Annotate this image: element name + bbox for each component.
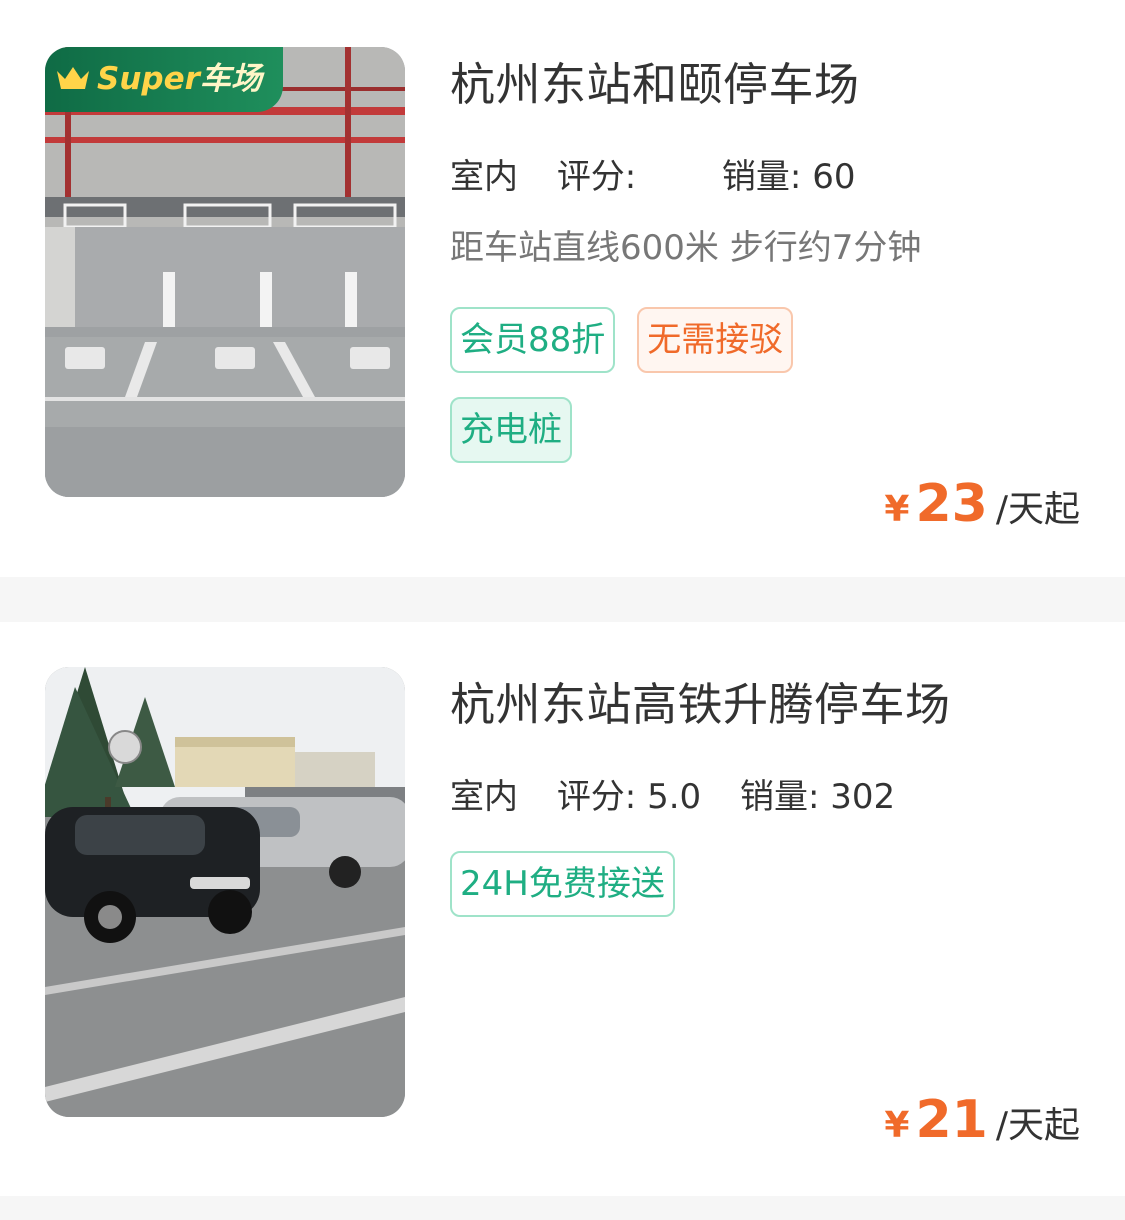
sales-value: 60 bbox=[812, 157, 856, 197]
price: ¥23/天起 bbox=[884, 478, 1080, 530]
parking-lot-photo: Super车场 bbox=[45, 47, 405, 497]
tag-list: 24H免费接送 bbox=[450, 851, 1090, 941]
price-unit: /天起 bbox=[995, 489, 1080, 530]
rating-label: 评分: bbox=[556, 157, 637, 197]
rating: 评分: 5.0 bbox=[557, 780, 701, 814]
tag-list: 会员88折 无需接驳 充电桩 bbox=[450, 307, 1090, 487]
parking-listing-card[interactable]: Super车场 杭州东站和颐停车场 室内 评分: 销量: 60 距车站直线600… bbox=[0, 0, 1125, 577]
listing-meta: 室内 评分: 5.0 销量: 302 bbox=[450, 777, 895, 820]
parking-type: 室内 bbox=[450, 157, 518, 200]
price-value: 21 bbox=[915, 1090, 988, 1150]
parking-listing-card[interactable]: 杭州东站高铁升腾停车场 室内 评分: 5.0 销量: 302 24H免费接送 ¥… bbox=[0, 622, 1125, 1196]
crown-icon bbox=[57, 67, 89, 89]
sales-value: 302 bbox=[830, 777, 896, 817]
sales-label: 销量: bbox=[739, 777, 820, 817]
sales: 销量: 60 bbox=[722, 160, 856, 194]
super-parking-badge: Super车场 bbox=[45, 47, 283, 112]
currency-symbol: ¥ bbox=[884, 1105, 910, 1146]
listing-meta: 室内 评分: 销量: 60 bbox=[450, 157, 856, 200]
tag-charging: 充电桩 bbox=[450, 397, 572, 463]
badge-parking-text: 车场 bbox=[199, 61, 262, 97]
sales: 销量: 302 bbox=[740, 780, 895, 814]
price-unit: /天起 bbox=[995, 1105, 1080, 1146]
indoor-parking-image bbox=[45, 47, 405, 497]
rating-value: 5.0 bbox=[647, 777, 702, 817]
price-value: 23 bbox=[915, 474, 988, 534]
rating: 评分: bbox=[557, 160, 657, 194]
parking-name[interactable]: 杭州东站和颐停车场 bbox=[450, 62, 860, 107]
tag-free-shuttle: 24H免费接送 bbox=[450, 851, 675, 917]
currency-symbol: ¥ bbox=[884, 489, 910, 530]
outdoor-parking-image bbox=[45, 667, 405, 1117]
tag-member-discount: 会员88折 bbox=[450, 307, 616, 373]
distance-info: 距车站直线600米 步行约7分钟 bbox=[450, 228, 922, 268]
rating-label: 评分: bbox=[556, 777, 637, 817]
parking-type: 室内 bbox=[450, 777, 518, 820]
tag-no-shuttle: 无需接驳 bbox=[637, 307, 794, 373]
badge-super-text: Super bbox=[97, 61, 200, 97]
parking-lot-photo bbox=[45, 667, 405, 1117]
price: ¥21/天起 bbox=[884, 1094, 1080, 1146]
parking-name[interactable]: 杭州东站高铁升腾停车场 bbox=[450, 682, 951, 727]
sales-label: 销量: bbox=[721, 157, 802, 197]
